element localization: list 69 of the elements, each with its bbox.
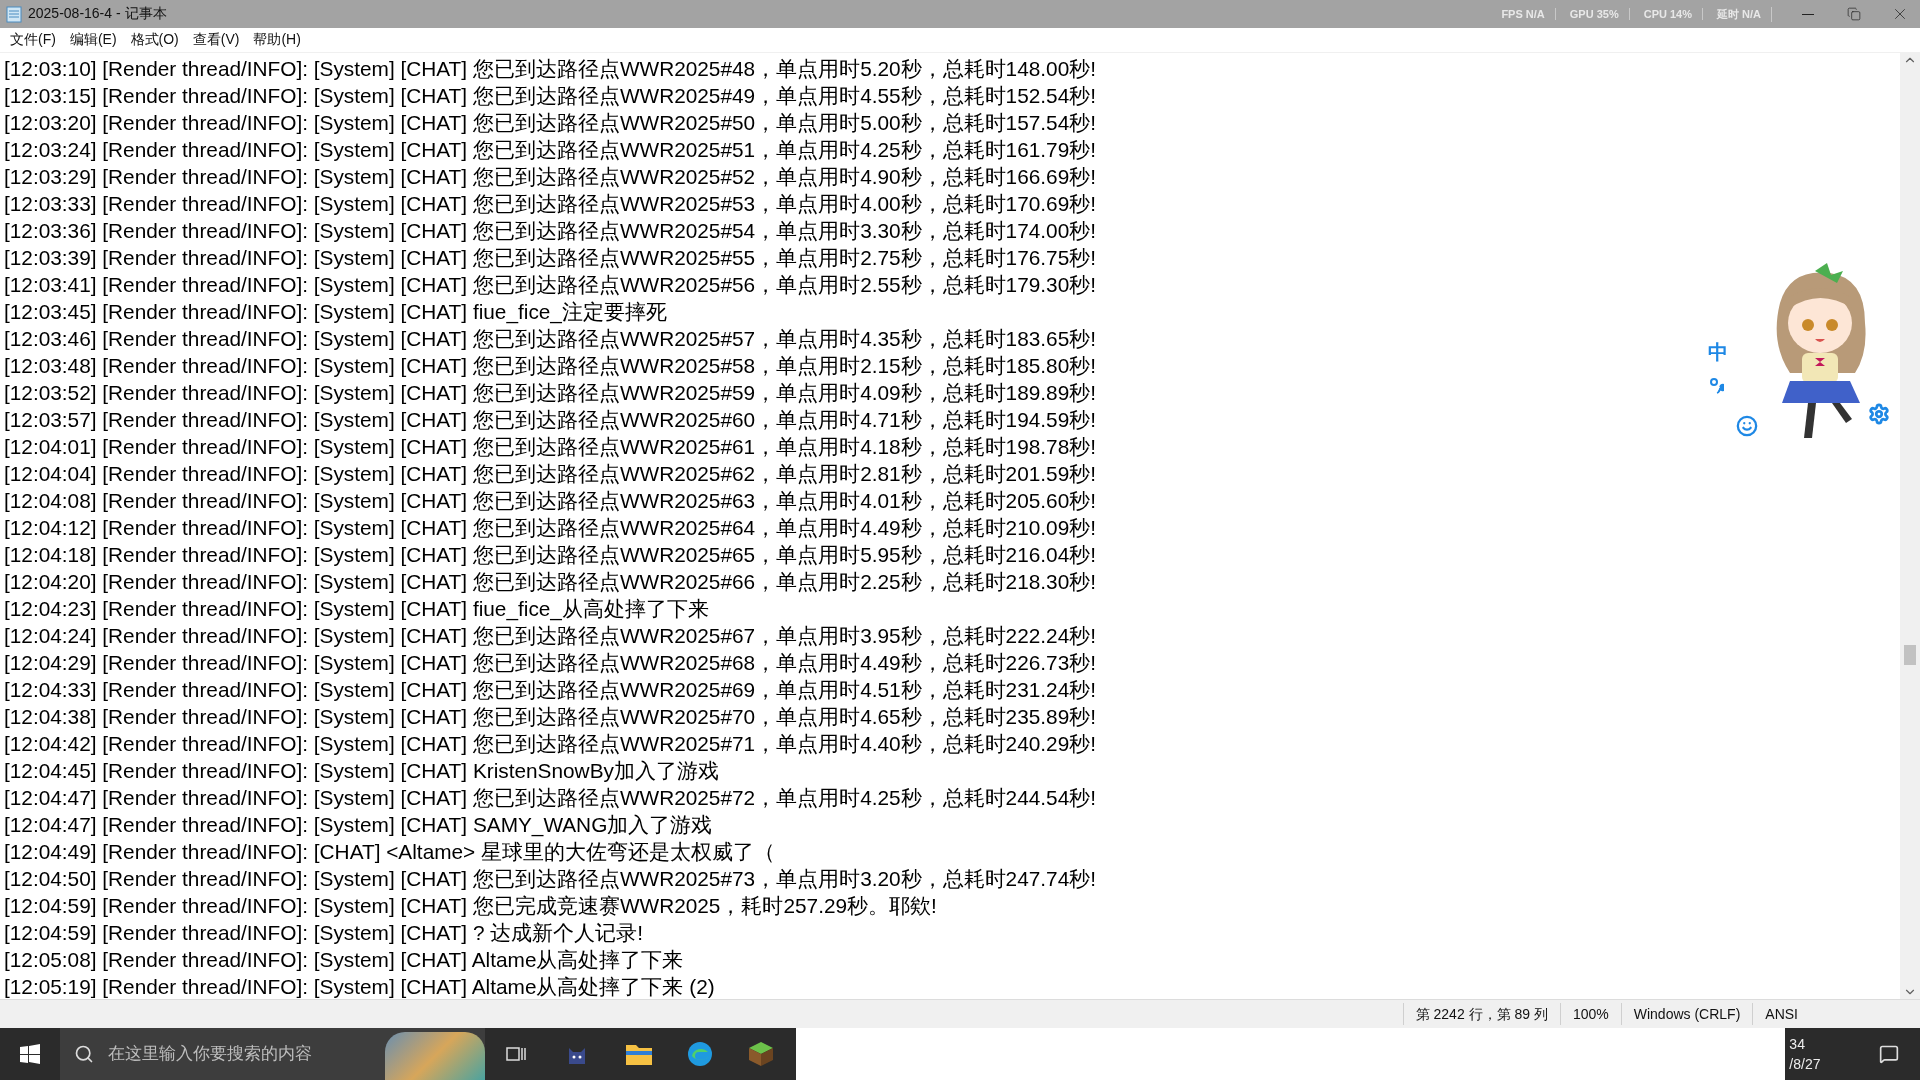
folder-icon <box>624 1042 653 1066</box>
punctuation-icon[interactable] <box>1710 378 1724 394</box>
log-line: [12:05:19] [Render thread/INFO]: [System] [CHAT] Altame从高处摔了下来 (2) <box>4 974 715 1000</box>
log-line: [12:03:33] [Render thread/INFO]: [System] [CHAT] 您已到达路径点WWR2025#53，单点用时4.00秒，总耗时170.69秒! <box>4 191 1096 217</box>
ime-mode-indicator[interactable]: 中 <box>1708 339 1728 366</box>
log-line: [12:03:24] [Render thread/INFO]: [System] [CHAT] 您已到达路径点WWR2025#51，单点用时4.25秒，总耗时161.79秒! <box>4 137 1096 163</box>
emoji-icon[interactable] <box>1736 415 1758 437</box>
log-line: [12:04:12] [Render thread/INFO]: [System] [CHAT] 您已到达路径点WWR2025#64，单点用时4.49秒，总耗时210.09秒! <box>4 515 1096 541</box>
log-line: [12:04:04] [Render thread/INFO]: [System] [CHAT] 您已到达路径点WWR2025#62，单点用时2.81秒，总耗时201.59秒! <box>4 461 1096 487</box>
restore-icon <box>1847 7 1861 21</box>
log-line: [12:03:45] [Render thread/INFO]: [System] [CHAT] fiue_fice_注定要摔死 <box>4 299 667 325</box>
overlay-stat: 延时 N/A <box>1717 6 1772 22</box>
log-line: [12:04:59] [Render thread/INFO]: [System] [CHAT] ? 达成新个人记录! <box>4 920 643 946</box>
clock-text[interactable]: 34 <box>1789 1034 1805 1054</box>
search-icon <box>73 1044 94 1064</box>
menu-item[interactable]: 编辑(E) <box>63 31 123 49</box>
log-line: [12:04:08] [Render thread/INFO]: [System] [CHAT] 您已到达路径点WWR2025#63，单点用时4.01秒，总耗时205.60秒! <box>4 488 1096 514</box>
status-item: 第 2242 行，第 89 列 <box>1402 1003 1560 1025</box>
log-line: [12:04:50] [Render thread/INFO]: [System] [CHAT] 您已到达路径点WWR2025#73，单点用时3.20秒，总耗时247.74秒! <box>4 866 1096 892</box>
menu-item[interactable]: 查看(V) <box>186 31 246 49</box>
log-line: [12:03:39] [Render thread/INFO]: [System] [CHAT] 您已到达路径点WWR2025#55，单点用时2.75秒，总耗时176.75秒! <box>4 245 1096 271</box>
notepad-icon <box>6 5 22 23</box>
log-line: [12:03:52] [Render thread/INFO]: [System] [CHAT] 您已到达路径点WWR2025#59，单点用时4.09秒，总耗时189.89秒! <box>4 380 1096 406</box>
log-line: [12:03:46] [Render thread/INFO]: [System] [CHAT] 您已到达路径点WWR2025#57，单点用时4.35秒，总耗时183.65秒! <box>4 326 1096 352</box>
task-view-icon <box>504 1044 527 1064</box>
scroll-thumb[interactable] <box>1904 645 1916 665</box>
menu-item[interactable]: 格式(O) <box>124 31 185 49</box>
log-line: [12:05:08] [Render thread/INFO]: [System] [CHAT] Altame从高处摔了下来 <box>4 947 684 973</box>
log-line: [12:04:38] [Render thread/INFO]: [System] [CHAT] 您已到达路径点WWR2025#70，单点用时4.65秒，总耗时235.89秒! <box>4 704 1096 730</box>
settings-icon[interactable] <box>1868 403 1890 425</box>
log-line: [12:03:41] [Render thread/INFO]: [System] [CHAT] 您已到达路径点WWR2025#56，单点用时2.55秒，总耗时179.30秒! <box>4 272 1096 298</box>
log-line: [12:04:45] [Render thread/INFO]: [System] [CHAT] KristenSnowBy加入了游戏 <box>4 758 719 784</box>
log-line: [12:03:57] [Render thread/INFO]: [System] [CHAT] 您已到达路径点WWR2025#60，单点用时4.71秒，总耗时194.59秒! <box>4 407 1096 433</box>
log-line: [12:04:42] [Render thread/INFO]: [System] [CHAT] 您已到达路径点WWR2025#71，单点用时4.40秒，总耗时240.29秒! <box>4 731 1096 757</box>
log-line: [12:03:20] [Render thread/INFO]: [System] [CHAT] 您已到达路径点WWR2025#50，单点用时5.00秒，总耗时157.54秒! <box>4 110 1096 136</box>
search-input[interactable]: 在这里输入你要搜索的内容 <box>105 1043 360 1065</box>
menu-item[interactable]: 文件(F) <box>4 31 62 49</box>
clock-text[interactable]: /8/27 <box>1789 1054 1821 1074</box>
log-line: [12:04:01] [Render thread/INFO]: [System] [CHAT] 您已到达路径点WWR2025#61，单点用时4.18秒，总耗时198.78秒! <box>4 434 1096 460</box>
log-line: [12:04:18] [Render thread/INFO]: [System] [CHAT] 您已到达路径点WWR2025#65，单点用时5.95秒，总耗时216.04秒! <box>4 542 1096 568</box>
menu-item[interactable]: 帮助(H) <box>247 31 307 49</box>
log-line: [12:03:36] [Render thread/INFO]: [System] [CHAT] 您已到达路径点WWR2025#54，单点用时3.30秒，总耗时174.00秒! <box>4 218 1096 244</box>
grass-block-icon <box>747 1040 776 1068</box>
window-title: 2025-08-16-4 - 记事本 <box>28 5 167 23</box>
log-line: [12:04:59] [Render thread/INFO]: [System] [CHAT] 您已完成竞速赛WWR2025，耗时257.29秒。耶欸! <box>4 893 937 919</box>
log-line: [12:04:47] [Render thread/INFO]: [System] [CHAT] 您已到达路径点WWR2025#72，单点用时4.25秒，总耗时244.54秒! <box>4 785 1096 811</box>
overlay-stat: GPU 35% <box>1569 8 1630 20</box>
log-line: [12:03:29] [Render thread/INFO]: [System] [CHAT] 您已到达路径点WWR2025#52，单点用时4.90秒，总耗时166.69秒! <box>4 164 1096 190</box>
windows-logo-icon <box>19 1044 40 1064</box>
log-line: [12:04:23] [Render thread/INFO]: [System] [CHAT] fiue_fice_从高处摔了下来 <box>4 596 709 622</box>
status-item: 100% <box>1559 1003 1621 1025</box>
search-field[interactable]: 在这里输入你要搜索的内容 <box>59 1028 486 1080</box>
log-line: [12:03:15] [Render thread/INFO]: [System] [CHAT] 您已到达路径点WWR2025#49，单点用时4.55秒，总耗时152.54秒! <box>4 83 1096 109</box>
minimize-icon <box>1802 13 1814 15</box>
status-item: ANSI <box>1752 1003 1810 1025</box>
log-line: [12:04:33] [Render thread/INFO]: [System] [CHAT] 您已到达路径点WWR2025#69，单点用时4.51秒，总耗时231.24秒! <box>4 677 1096 703</box>
log-line: [12:04:20] [Render thread/INFO]: [System] [CHAT] 您已到达路径点WWR2025#66，单点用时2.25秒，总耗时218.30秒! <box>4 569 1096 595</box>
vertical-scrollbar[interactable] <box>1900 53 1920 999</box>
log-line: [12:04:24] [Render thread/INFO]: [System] [CHAT] 您已到达路径点WWR2025#67，单点用时3.95秒，总耗时222.24秒! <box>4 623 1096 649</box>
log-line: [12:04:49] [Render thread/INFO]: [CHAT] <Altame> 星球里的大佐弯还是太权威了（ <box>4 839 775 865</box>
log-line: [12:03:48] [Render thread/INFO]: [System] [CHAT] 您已到达路径点WWR2025#58，单点用时2.15秒，总耗时185.80秒! <box>4 353 1096 379</box>
browser-icon <box>685 1040 714 1068</box>
notifications-icon <box>1879 1044 1900 1064</box>
status-item: Windows (CRLF) <box>1620 1003 1753 1025</box>
log-line: [12:04:47] [Render thread/INFO]: [System] [CHAT] SAMY_WANG加入了游戏 <box>4 812 713 838</box>
overlay-stat: CPU 14% <box>1643 8 1703 20</box>
overlay-stat: FPS N/A <box>1501 8 1556 20</box>
log-line: [12:03:10] [Render thread/INFO]: [System] [CHAT] 您已到达路径点WWR2025#48，单点用时5.20秒，总耗时148.00秒! <box>4 56 1096 82</box>
log-line: [12:04:29] [Render thread/INFO]: [System] [CHAT] 您已到达路径点WWR2025#68，单点用时4.49秒，总耗时226.73秒! <box>4 650 1096 676</box>
